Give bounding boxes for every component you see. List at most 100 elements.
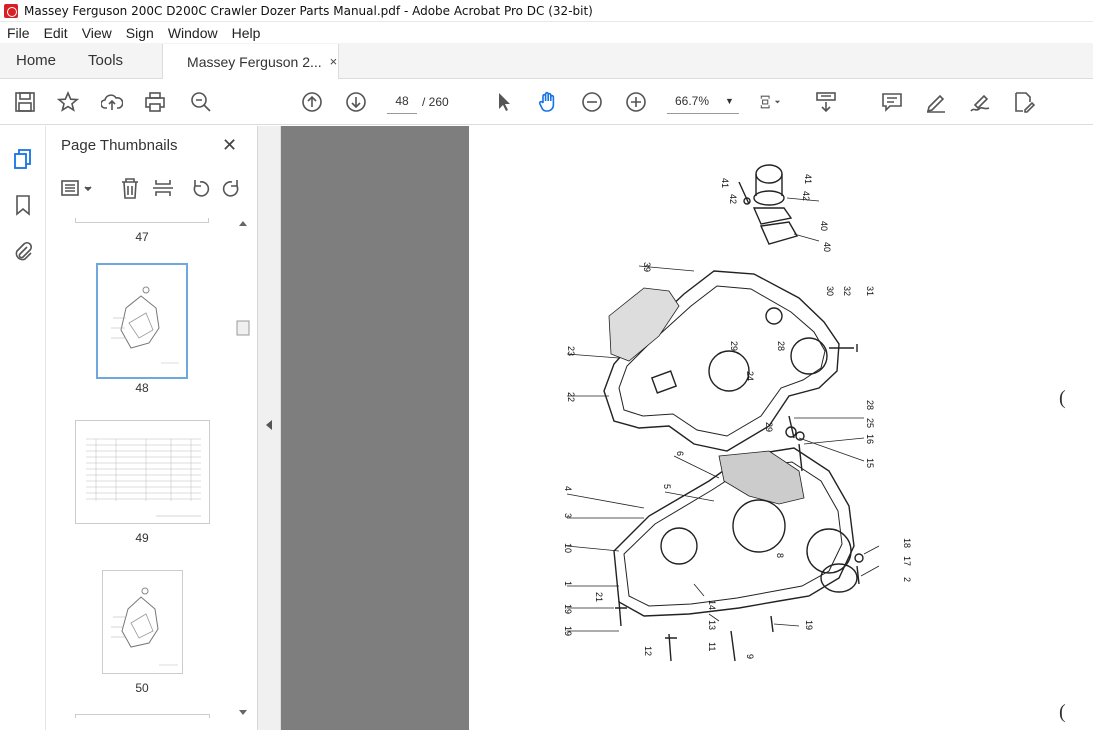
callout-19: 19 (804, 620, 814, 630)
acrobat-logo-icon (4, 3, 18, 18)
scroll-thumb (236, 320, 250, 336)
search-zoom-icon[interactable] (190, 91, 212, 113)
callout-14: 14 (707, 600, 717, 610)
document-viewer[interactable]: 41 42 40 40 41 42 39 30 32 31 23 29 28 2… (281, 126, 1093, 730)
panel-collapse-strip[interactable] (258, 126, 281, 730)
bookmark-star-icon[interactable] (56, 90, 80, 113)
callout-32: 32 (842, 286, 852, 296)
thumbnail-page-50[interactable] (102, 570, 183, 674)
comment-icon[interactable] (881, 91, 903, 113)
zoom-out-icon[interactable] (581, 91, 603, 113)
callout-39: 42 (801, 191, 811, 201)
hand-icon[interactable] (537, 91, 559, 113)
callout-30: 30 (825, 286, 835, 296)
title-bar: Massey Ferguson 200C D200C Crawler Dozer… (0, 0, 1093, 22)
callout-21: 19 (563, 626, 573, 636)
pdf-page: 41 42 40 40 41 42 39 30 32 31 23 29 28 2… (469, 126, 1093, 730)
callout-8: 8 (775, 553, 785, 558)
collapse-arrow-icon[interactable] (266, 420, 272, 430)
callout-16: 16 (865, 434, 875, 444)
rotate-counterclockwise-icon[interactable] (193, 180, 210, 197)
tab-tools[interactable]: Tools (72, 43, 139, 78)
extract-page-icon[interactable] (153, 180, 173, 196)
fit-page-icon[interactable] (760, 91, 794, 113)
callout-24: 22 (566, 392, 576, 402)
callout-12: 12 (643, 646, 653, 656)
callout-31: 31 (865, 286, 875, 296)
thumbnail-toolbar (60, 176, 280, 202)
callout-36: 39 (642, 262, 652, 272)
thumbnail-page-47[interactable] (75, 218, 209, 223)
document-tab-label: Massey Ferguson 2... (187, 53, 322, 70)
callout-41: 41 (720, 178, 730, 188)
zoom-level-value: 66.7% (675, 93, 710, 108)
delete-page-icon[interactable] (122, 178, 138, 199)
close-panel-icon[interactable]: ✕ (222, 135, 237, 156)
save-icon[interactable] (14, 91, 36, 113)
callout-29: 29 (729, 341, 739, 351)
zoom-in-icon[interactable] (625, 91, 647, 113)
thumbnail-page-48[interactable] (96, 263, 188, 379)
callout-3: 3 (563, 513, 573, 518)
menu-file[interactable]: File (0, 25, 37, 41)
exploded-parts-diagram: 41 42 40 40 41 42 39 30 32 31 23 29 28 2… (563, 164, 1066, 723)
thumbnail-label: 48 (135, 381, 149, 395)
svg-text:(: ( (1059, 387, 1066, 409)
callout-25: 23 (566, 346, 576, 356)
attachments-icon[interactable] (12, 240, 34, 262)
callout-22: 21 (594, 592, 604, 602)
callout-9: 9 (745, 654, 755, 659)
thumbnail-parts-table (86, 438, 201, 517)
window-title: Massey Ferguson 200C D200C Crawler Dozer… (24, 3, 593, 18)
sign-icon[interactable] (969, 91, 991, 113)
thumbnail-label: 50 (135, 681, 149, 695)
callout-26: 24 (745, 371, 755, 381)
menu-edit[interactable]: Edit (37, 25, 75, 41)
panel-title: Page Thumbnails (61, 137, 178, 154)
thumbnail-page-49[interactable] (75, 420, 210, 524)
thumbnail-scrollbar[interactable] (236, 218, 250, 718)
thumbnail-options-icon[interactable] (61, 180, 92, 196)
page-up-icon[interactable] (301, 91, 323, 113)
scroll-up-icon (239, 221, 247, 226)
menu-help[interactable]: Help (225, 25, 268, 41)
callout-4: 4 (563, 486, 573, 491)
edit-pdf-icon[interactable] (1013, 91, 1036, 113)
upload-icon[interactable] (100, 91, 124, 113)
callout-27: 25 (865, 418, 875, 428)
page-down-icon[interactable] (345, 91, 367, 113)
callout-5: 5 (662, 484, 672, 489)
rotate-clockwise-icon[interactable] (222, 180, 239, 197)
menu-sign[interactable]: Sign (119, 25, 161, 41)
thumbnail-diagram (101, 268, 183, 374)
tab-home[interactable]: Home (0, 43, 72, 78)
thumbnail-diagram (111, 587, 178, 666)
highlight-icon[interactable] (925, 91, 947, 113)
callout-28b: 28 (865, 400, 875, 410)
page-total: / 260 (422, 95, 449, 109)
close-tab-icon[interactable]: × (330, 54, 338, 69)
svg-text:(: ( (1059, 701, 1066, 723)
thumbnail-page-51[interactable] (75, 714, 210, 718)
scroll-mode-icon[interactable] (815, 91, 837, 113)
callout-17: 17 (902, 556, 912, 566)
select-cursor-icon[interactable] (493, 91, 515, 113)
menu-bar: File Edit View Sign Window Help (0, 22, 1093, 43)
bookmarks-icon[interactable] (12, 194, 34, 216)
callout-42: 42 (728, 194, 738, 204)
tab-document[interactable]: Massey Ferguson 2... × (162, 44, 340, 79)
callout-40: 40 (822, 242, 832, 252)
menu-window[interactable]: Window (161, 25, 225, 41)
thumbnails-panel: Page Thumbnails ✕ 47 48 49 50 (46, 126, 258, 730)
page-number-input[interactable]: 48 (387, 88, 417, 114)
callout-1: 1 (563, 581, 573, 586)
page-thumbnails-icon[interactable] (12, 148, 34, 170)
zoom-level-select[interactable]: 66.7% ▼ (667, 88, 739, 114)
menu-view[interactable]: View (75, 25, 119, 41)
thumbnail-label: 49 (135, 531, 149, 545)
thumbnail-label: 47 (135, 230, 149, 244)
print-icon[interactable] (144, 91, 166, 113)
callout-23: 19 (563, 604, 573, 614)
callout-28: 28 (776, 341, 786, 351)
callout-18: 18 (902, 538, 912, 548)
